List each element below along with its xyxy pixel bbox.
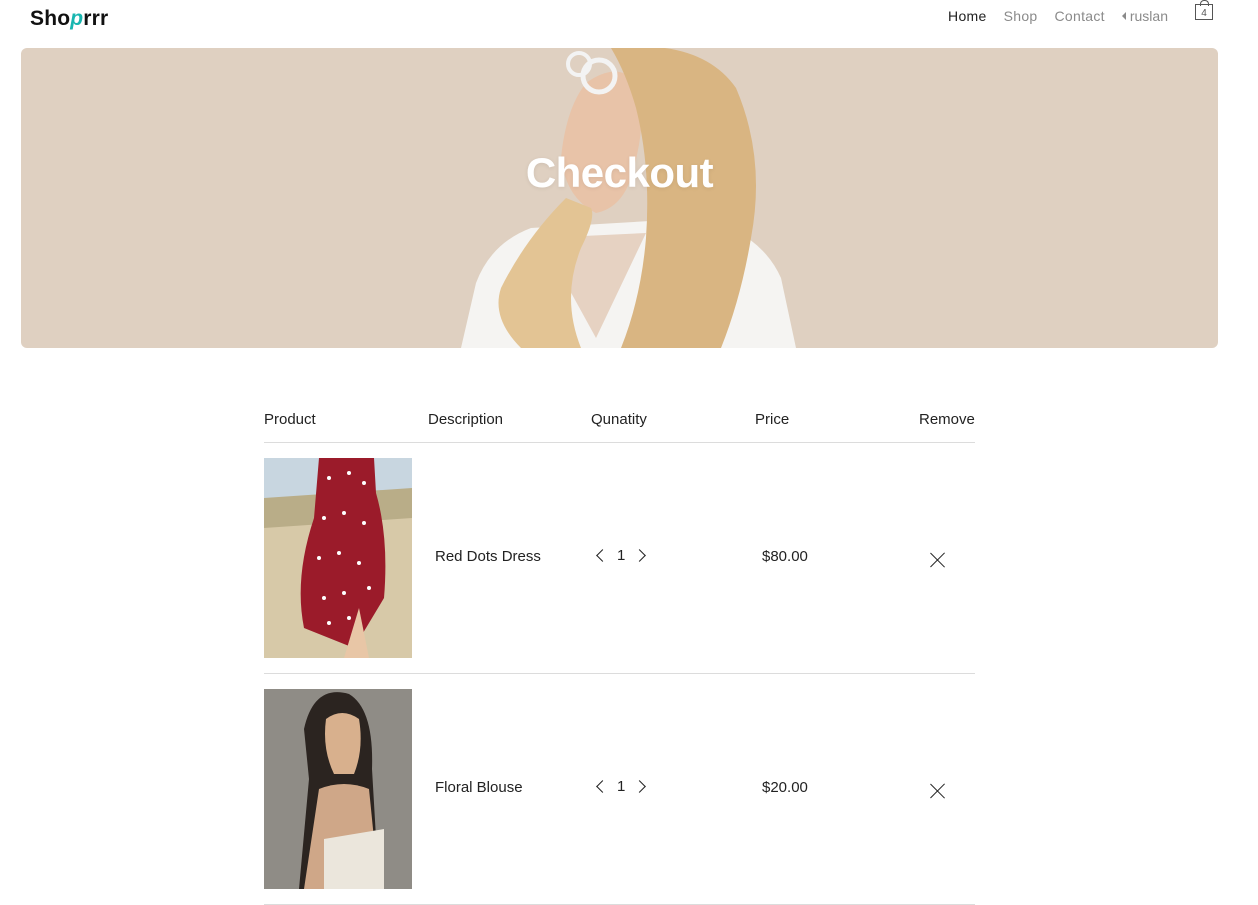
product-price: $20.00 [762,779,808,796]
hero-image [461,48,796,348]
close-icon[interactable] [930,783,946,799]
header-description: Description [428,411,504,428]
product-image[interactable] [264,689,412,889]
close-icon[interactable] [930,552,946,568]
header-remove: Remove [919,411,975,428]
table-header: Product Description Qunatity Price Remov… [264,402,975,443]
chevron-left-icon[interactable] [596,549,609,562]
header-price: Price [755,411,790,428]
quantity-stepper: 1 [596,778,647,795]
page-title: Checkout [525,149,714,196]
nav-home-link[interactable]: Home [948,6,987,26]
header-product: Product [264,411,316,428]
chevron-right-icon[interactable] [633,780,647,793]
hero-banner: Checkout [21,48,1218,348]
product-image[interactable] [264,458,412,658]
product-price: $80.00 [762,548,808,565]
header-quantity: Qunatity [591,411,647,428]
table-row: Red Dots Dress 1 $80.00 [264,443,975,674]
nav-shop-link[interactable]: Shop [1004,6,1038,26]
table-row: Floral Blouse 1 $20.00 [264,674,975,905]
logo-mark: p [70,7,84,30]
chevron-left-icon[interactable] [596,780,609,793]
product-description: Red Dots Dress [435,548,541,565]
cart-count: 4 [1201,8,1207,19]
quantity-stepper: 1 [596,547,647,564]
main-nav: Home Shop Contact ruslan [931,6,1168,26]
caret-left-icon [1121,12,1126,20]
user-menu[interactable]: ruslan [1121,8,1168,24]
logo[interactable]: Shoprrr [30,5,108,33]
logo-prefix: Sho [30,7,71,30]
cart-table: Product Description Qunatity Price Remov… [264,402,975,905]
quantity-value: 1 [617,778,626,795]
nav-contact-link[interactable]: Contact [1055,6,1105,26]
user-name: ruslan [1129,8,1168,24]
cart-icon[interactable]: 4 [1195,0,1213,20]
chevron-right-icon[interactable] [633,549,647,562]
product-description: Floral Blouse [435,779,523,796]
logo-suffix: rrr [83,7,109,30]
quantity-value: 1 [617,547,626,564]
